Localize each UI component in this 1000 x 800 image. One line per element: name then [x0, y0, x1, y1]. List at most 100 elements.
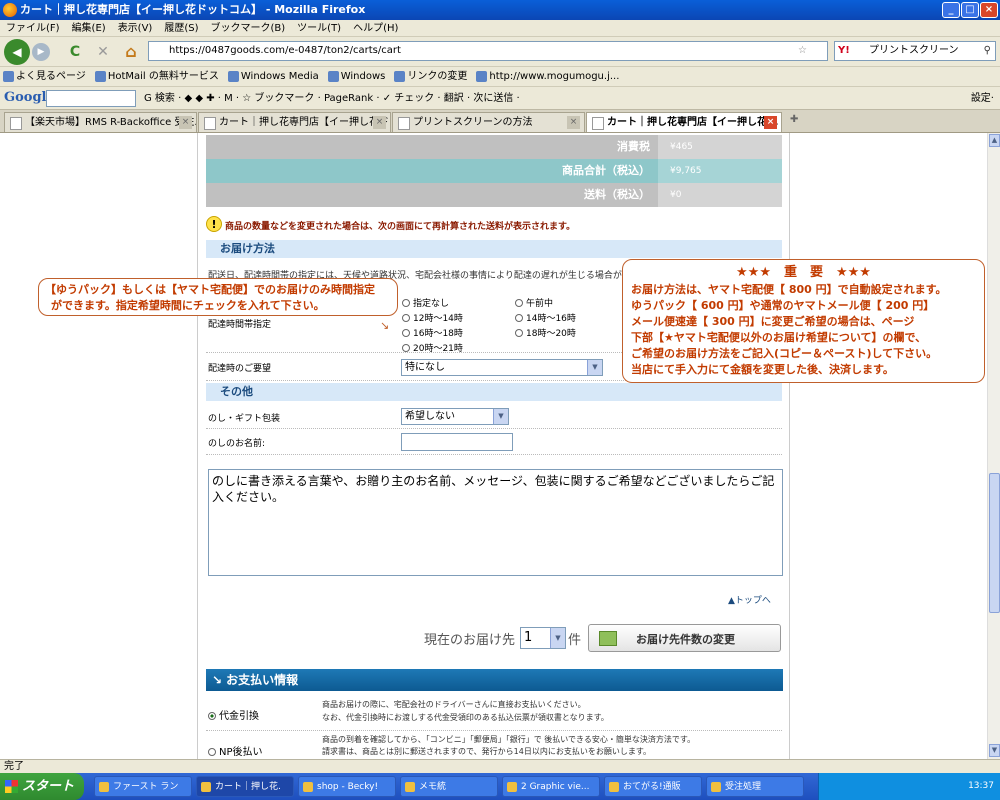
bookmark-frequent[interactable]: よく見るページ	[2, 67, 86, 86]
chevron-down-icon[interactable]: ▼	[587, 360, 602, 375]
noshi-name-input[interactable]	[401, 433, 513, 451]
new-tab-icon[interactable]: ✚	[790, 114, 798, 125]
scroll-up-icon[interactable]: ▲	[989, 134, 1000, 147]
google-toolbar-buttons[interactable]: G 検索 · ◆ ◆ ✚ · M · ☆ ブックマーク · PageRank ·…	[144, 87, 520, 110]
taskbar-item[interactable]: 2 Graphic vie...	[502, 776, 600, 797]
payment-cod-desc: 商品お届けの際に、宅配会社のドライバーさんに直接お支払いください。	[322, 700, 586, 709]
close-button[interactable]: ×	[980, 2, 998, 18]
payment-cod-radio[interactable]: 代金引換	[208, 707, 259, 722]
taskbar-item[interactable]: ファースト ラン	[94, 776, 192, 797]
to-top-link[interactable]: ▲トップへ	[728, 593, 771, 606]
tab-label: カート｜押し花専門店【イー押し花...	[607, 117, 779, 128]
payment-np-radio[interactable]: NP後払い	[208, 743, 263, 758]
taskbar-item[interactable]: おてがる!通販	[604, 776, 702, 797]
taskbar-item[interactable]: メモ統	[400, 776, 498, 797]
minimize-button[interactable]: _	[942, 2, 960, 18]
radio-none[interactable]: 指定なし	[402, 296, 449, 309]
dest-count-select[interactable]: 1 ▼	[520, 627, 566, 649]
callout-line: 下部【★ヤマト宅配便以外のお届け希望について】の欄で、	[631, 331, 927, 344]
system-tray: 13:37	[818, 773, 1000, 800]
windows-logo-icon	[5, 780, 18, 793]
vertical-scrollbar[interactable]: ▲ ▼	[987, 133, 1000, 759]
cart-page: 消費税 ¥465 商品合計（税込） ¥9,765 送料（税込） ¥0 ! 商品の…	[197, 133, 790, 759]
dest-suffix: 件	[568, 633, 582, 648]
taskbar-item[interactable]: 受注処理	[706, 776, 804, 797]
bookmark-mogumogu[interactable]: http://www.mogumogu.j...	[475, 67, 619, 86]
start-button[interactable]: スタート	[0, 773, 84, 800]
payment-cod-desc: なお、代金引換時にお渡しする代金受領印のある払込伝票が領収書となります。	[322, 713, 609, 722]
tab-cart-active[interactable]: カート｜押し花専門店【イー押し花... ×	[586, 112, 782, 132]
firefox-icon	[3, 3, 17, 17]
star-icon[interactable]: ☆	[798, 42, 807, 60]
radio-20-21[interactable]: 20時〜21時	[402, 341, 463, 354]
radio-18-20[interactable]: 18時〜20時	[515, 326, 576, 339]
notice-row: ! 商品の数量などを変更された場合は、次の画面にて再計算された送料が表示されます…	[206, 216, 786, 234]
summary-tax-row: 消費税 ¥465	[206, 135, 782, 159]
tab-cart-1[interactable]: カート｜押し花専門店【イー押し花ドット.×	[198, 112, 391, 132]
reload-button[interactable]: C	[66, 43, 84, 61]
time-note-callout: 【ゆうパック】もしくは【ヤマト宅配便】でのお届けのみ時間指定 ができます。指定希…	[38, 278, 398, 316]
scroll-thumb[interactable]	[989, 473, 1000, 613]
forward-button[interactable]: ▶	[32, 43, 50, 61]
bookmark-links[interactable]: リンクの変更	[393, 67, 467, 86]
bookmark-hotmail[interactable]: HotMail の無料サービス	[94, 67, 219, 86]
radio-12-14[interactable]: 12時〜14時	[402, 311, 463, 324]
chevron-down-icon[interactable]: ▼	[493, 409, 508, 424]
clock: 13:37	[968, 781, 994, 791]
bookmark-windows[interactable]: Windows	[327, 67, 385, 86]
radio-morning[interactable]: 午前中	[515, 296, 553, 309]
menu-tools[interactable]: ツール(T)	[291, 20, 347, 37]
delivery-request-select[interactable]: 特になし ▼	[401, 359, 603, 376]
search-input[interactable]: Y! プリントスクリーン ⚲	[834, 41, 996, 61]
callout-left-line: 【ゆうパック】もしくは【ヤマト宅配便】でのお届けのみ時間指定	[45, 283, 375, 296]
maximize-button[interactable]: □	[961, 2, 979, 18]
tab-close-icon[interactable]: ×	[179, 116, 192, 129]
taskbar-item[interactable]: カート｜押し花.	[196, 776, 294, 797]
tab-close-icon[interactable]: ×	[764, 116, 777, 129]
stop-button[interactable]: ✕	[94, 43, 112, 61]
noshi-name-row: のしのお名前:	[206, 429, 782, 455]
google-settings-button[interactable]: 設定·	[971, 87, 994, 110]
home-button[interactable]: ⌂	[122, 43, 140, 61]
tab-printscreen[interactable]: プリントスクリーンの方法 ×	[392, 112, 585, 132]
gift-select[interactable]: 希望しない ▼	[401, 408, 509, 425]
scroll-down-icon[interactable]: ▼	[989, 744, 1000, 757]
tab-close-icon[interactable]: ×	[373, 116, 386, 129]
tab-label: カート｜押し花専門店【イー押し花ドット.	[219, 117, 390, 128]
taskbar-item[interactable]: shop - Becky!	[298, 776, 396, 797]
url-bar[interactable]: https://0487goods.com/e-0487/ton2/carts/…	[148, 41, 828, 61]
payment-np-desc: 請求書は、商品とは別に郵送されますので、発行から14日以内にお支払いをお願いしま…	[322, 747, 652, 756]
message-textarea[interactable]: のしに書き添える言葉や、お贈り主のお名前、メッセージ、包装に関するご希望などござ…	[208, 469, 783, 576]
summary-label: 消費税	[617, 140, 650, 153]
tab-rakuten[interactable]: 【楽天市場】RMS R-Backoffice 受注. ×	[4, 112, 197, 132]
window-title: カート｜押し花専門店【イー押し花ドットコム】 - Mozilla Firefox	[20, 3, 366, 16]
address-icon	[599, 631, 617, 646]
page-content: 消費税 ¥465 商品合計（税込） ¥9,765 送料（税込） ¥0 ! 商品の…	[0, 133, 987, 759]
payment-section-header: ↘ お支払い情報	[206, 669, 783, 691]
chevron-down-icon[interactable]: ▼	[550, 628, 565, 648]
tab-close-icon[interactable]: ×	[567, 116, 580, 129]
radio-16-18[interactable]: 16時〜18時	[402, 326, 463, 339]
change-destination-button[interactable]: お届け先件数の変更	[588, 624, 781, 652]
url-text: https://0487goods.com/e-0487/ton2/carts/…	[169, 45, 401, 56]
payment-np-desc: 商品の到着を確認してから、「コンビニ」「郵便局」「銀行」で 後払いできる安心・簡…	[322, 735, 696, 744]
google-search-input[interactable]	[46, 90, 136, 107]
menu-bookmarks[interactable]: ブックマーク(B)	[205, 20, 292, 37]
yahoo-icon[interactable]: Y!	[838, 42, 850, 60]
callout-left-line: ができます。指定希望時間にチェックを入れて下さい。	[51, 299, 325, 312]
payment-cod-row: 代金引換 商品お届けの際に、宅配会社のドライバーさんに直接お支払いください。 な…	[206, 695, 782, 731]
search-icon[interactable]: ⚲	[984, 42, 991, 60]
menu-history[interactable]: 履歴(S)	[158, 20, 204, 37]
callout-line: お届け方法は、ヤマト宅配便【 800 円】で自動設定されます。	[631, 283, 947, 296]
menu-edit[interactable]: 編集(E)	[66, 20, 112, 37]
menu-view[interactable]: 表示(V)	[112, 20, 159, 37]
menu-help[interactable]: ヘルプ(H)	[347, 20, 404, 37]
payment-header-text: お支払い情報	[226, 673, 299, 687]
radio-14-16[interactable]: 14時〜16時	[515, 311, 576, 324]
back-button[interactable]: ◀	[4, 39, 30, 65]
tab-label: プリントスクリーンの方法	[413, 117, 533, 128]
bookmark-windows-media[interactable]: Windows Media	[227, 67, 319, 86]
callout-title: ★★★ 重 要 ★★★	[736, 265, 871, 280]
dest-prefix: 現在のお届け先	[424, 633, 516, 648]
menu-file[interactable]: ファイル(F)	[0, 20, 66, 37]
